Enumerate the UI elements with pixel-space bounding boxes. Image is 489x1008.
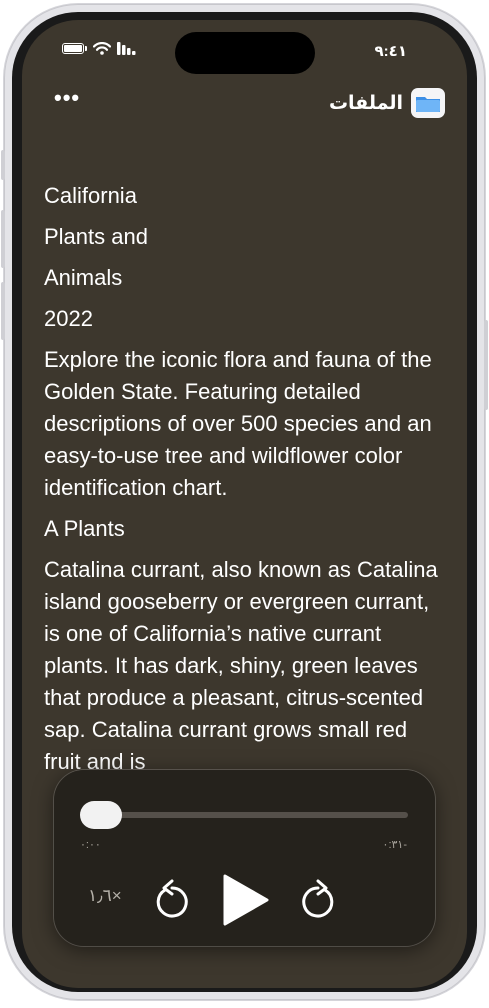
doc-title-line-1: California: [44, 183, 137, 208]
cellular-signal-icon: [117, 42, 136, 55]
playback-speed-button[interactable]: ١٫٦×: [88, 886, 122, 906]
doc-title-line-2: Plants and: [44, 224, 148, 249]
document-content: California Plants and Animals 2022 Explo…: [44, 180, 449, 787]
action-button: [1, 150, 5, 180]
doc-year: 2022: [44, 306, 93, 331]
remaining-time: -٠:٣١: [382, 839, 407, 851]
audio-player: ٠:٠٠ -٠:٣١ ١٫٦×: [54, 770, 435, 946]
dynamic-island: [175, 32, 315, 74]
doc-body-paragraph: Catalina currant, also known as Catalina…: [44, 557, 438, 774]
volume-down-button: [1, 282, 5, 340]
wifi-icon: [93, 42, 111, 55]
doc-description: Explore the iconic flora and fauna of th…: [44, 347, 432, 500]
battery-icon: [62, 43, 87, 54]
power-button: [484, 320, 488, 410]
status-icons: [62, 42, 137, 55]
back-to-files-button[interactable]: الملفات: [329, 88, 445, 118]
play-icon[interactable]: [222, 874, 270, 926]
skip-back-icon[interactable]: [154, 878, 190, 918]
more-options-button[interactable]: •••: [54, 87, 80, 109]
doc-title-line-3: Animals: [44, 265, 123, 290]
elapsed-time: ٠:٠٠: [80, 839, 101, 851]
skip-forward-icon[interactable]: [300, 878, 336, 918]
volume-up-button: [1, 210, 5, 268]
doc-section-heading: A Plants: [44, 516, 125, 541]
screen: ٩:٤١ ••• الملفات California Plants and A…: [22, 20, 467, 988]
files-back-label: الملفات: [328, 92, 403, 114]
progress-scrubber[interactable]: [80, 801, 122, 829]
status-time: ٩:٤١: [374, 43, 407, 60]
files-app-icon: [411, 88, 445, 118]
progress-track[interactable]: [80, 812, 408, 818]
